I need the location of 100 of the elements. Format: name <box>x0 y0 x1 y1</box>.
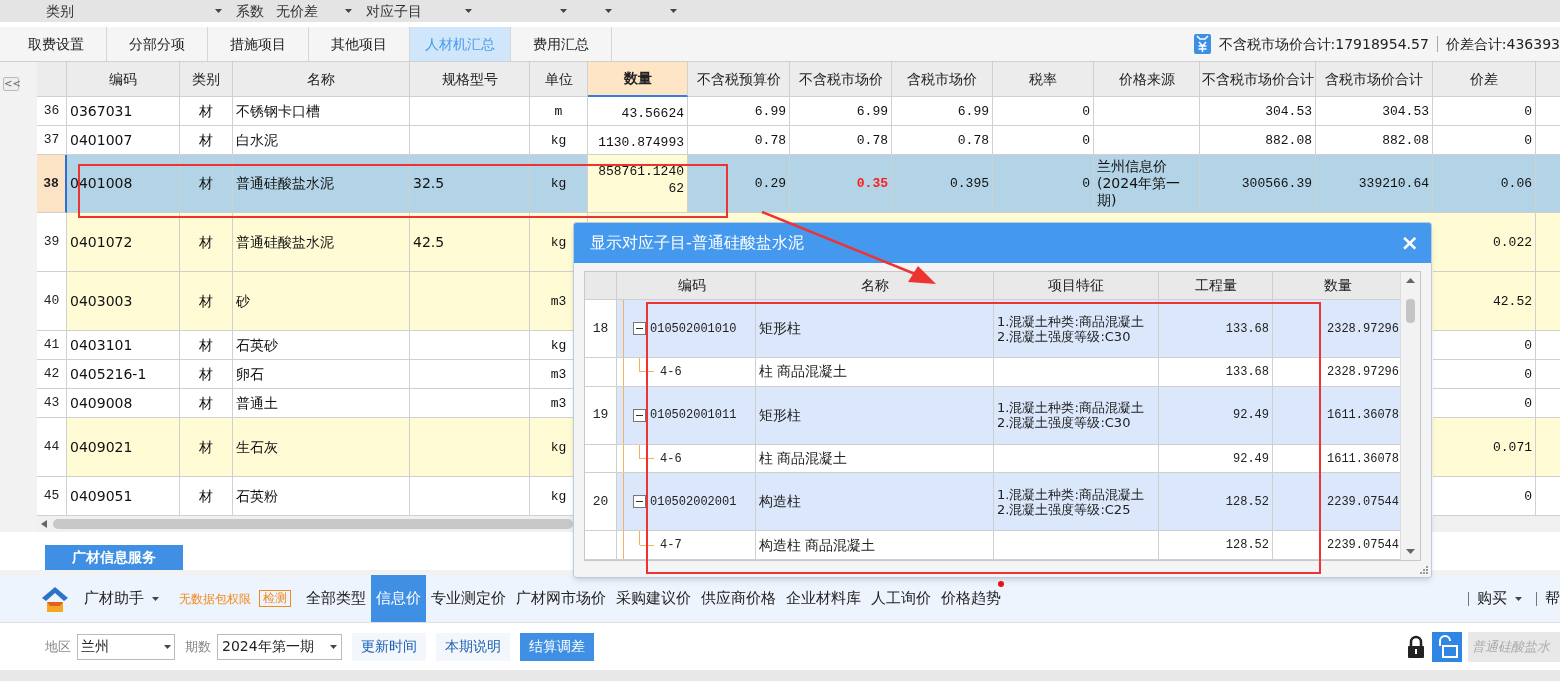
column-header[interactable]: 数量 <box>588 62 688 97</box>
table-cell: 0.071 <box>1433 418 1536 477</box>
dialog-title: 显示对应子目-普通硅酸盐水泥 <box>590 232 804 254</box>
table-cell: 128.52 <box>1159 531 1273 560</box>
buy-menu[interactable]: 购买 <box>1477 587 1507 610</box>
field-label: 地区 <box>45 637 71 656</box>
table-cell: 0.29 <box>688 155 790 213</box>
row-number: 44 <box>37 418 67 477</box>
table-cell: 6.99 <box>892 97 993 126</box>
table-cell: 矩形柱 <box>756 386 994 445</box>
table-cell: 砂 <box>233 272 410 331</box>
table-cell: 133.68 <box>1159 358 1273 387</box>
row-number: 18 <box>585 300 617 359</box>
table-cell: 材 <box>180 331 233 360</box>
table-cell: 0.06 <box>1433 155 1536 213</box>
table-cell: kg <box>530 126 588 155</box>
table-cell: 0 <box>1433 97 1536 126</box>
table-cell-text: 4-7 <box>660 537 682 555</box>
menu-tab[interactable]: 企业材料库 <box>781 575 866 622</box>
row-number: 36 <box>37 97 67 126</box>
table-cell: 柱 商品混凝土 <box>756 358 994 387</box>
total-text: 价差合计:436393 <box>1445 34 1560 54</box>
table-row[interactable]: 20 010502002001 构造柱 1.混凝土种类:商品混凝土 2.混凝土强度等级:C25 128.52 2239.07544 <box>585 473 1400 532</box>
table-cell: 石英砂 <box>233 331 410 360</box>
table-cell: 6.99 <box>790 97 892 126</box>
table-cell: 0367031 <box>67 97 180 126</box>
table-cell: 0.78 <box>790 126 892 155</box>
table-cell: 普通硅酸盐水泥 <box>233 155 410 213</box>
period-select[interactable]: 2024年第一期 <box>217 633 342 660</box>
table-cell: 6.99 <box>688 97 790 126</box>
table-cell: 0401072 <box>67 213 180 272</box>
row-number: 45 <box>37 477 67 516</box>
table-cell-text: 010502001010 <box>650 320 737 338</box>
table-cell: 0 <box>1433 389 1536 418</box>
table-cell: 43.56624 <box>588 97 688 126</box>
table-row[interactable]: 19 010502001011 矩形柱 1.混凝土种类:商品混凝土 2.混凝土强度等级:C30 92.49 1611.36078 <box>585 386 1400 445</box>
table-cell-text: 010502002001 <box>650 493 737 511</box>
menu-tab[interactable]: 供应商价格 <box>696 575 781 622</box>
table-cell: 304.53 <box>1316 97 1433 126</box>
toolbar-button[interactable]: 更新时间 <box>352 632 426 661</box>
region-select[interactable]: 兰州 <box>77 633 175 660</box>
table-cell: 42.5 <box>410 213 530 272</box>
table-cell: 卵石 <box>233 360 410 389</box>
menu-tab[interactable]: 人工询价 <box>866 575 936 622</box>
table-cell: 0 <box>1433 126 1536 155</box>
table-cell: 构造柱 商品混凝土 <box>756 531 994 560</box>
table-row[interactable]: 36 0367031 材 不锈钢卡口槽 m 43.56624 6.99 6.99 6.99 0 304.53 304.53 0 <box>37 97 1560 126</box>
table-cell: 普通硅酸盐水泥 <box>233 213 410 272</box>
menu-tab[interactable]: 专业测定价 <box>426 575 511 622</box>
table-cell: 不锈钢卡口槽 <box>233 97 410 126</box>
table-cell: 0409008 <box>67 389 180 418</box>
table-cell: 0409051 <box>67 477 180 516</box>
table-cell: 42.52 <box>1433 272 1536 331</box>
table-cell: 300566.39 <box>1200 155 1316 213</box>
dropdown[interactable]: 类别 <box>40 0 230 22</box>
table-cell: 兰州信息价(2024年第一期) <box>1094 155 1200 213</box>
table-cell: 0 <box>993 155 1094 213</box>
menu-tab[interactable]: 全部类型 <box>301 575 371 622</box>
table-cell: 0.395 <box>892 155 993 213</box>
table-cell: 0409021 <box>67 418 180 477</box>
table-row[interactable]: 4-6 柱 商品混凝土 133.68 2328.97296 <box>585 358 1400 387</box>
table-cell: 0 <box>1433 360 1536 389</box>
menu-tab[interactable]: 广材网市场价 <box>511 575 611 622</box>
table-cell: 0 <box>1433 331 1536 360</box>
table-cell: 材 <box>180 126 233 155</box>
table-cell: 0.022 <box>1433 213 1536 272</box>
row-number: 19 <box>585 386 617 445</box>
table-cell: 0 <box>993 97 1094 126</box>
row-number: 39 <box>37 213 67 272</box>
row-number: 40 <box>37 272 67 331</box>
table-row[interactable]: 4-6 柱 商品混凝土 92.49 1611.36078 <box>585 444 1400 474</box>
table-cell: 32.5 <box>410 155 530 213</box>
table-row[interactable]: 37 0401007 材 白水泥 kg 1130.874993 0.78 0.78 0.78 0 882.08 882.08 0 <box>37 126 1560 155</box>
menu-tab[interactable]: 采购建议价 <box>611 575 696 622</box>
dropdown[interactable]: 对应子目 <box>360 0 480 22</box>
table-cell: 339210.64 <box>1316 155 1433 213</box>
table-cell: 0403101 <box>67 331 180 360</box>
dropdown[interactable]: 无价差 <box>270 0 360 22</box>
table-cell: 材 <box>180 477 233 516</box>
table-cell: 0401007 <box>67 126 180 155</box>
row-number: 42 <box>37 360 67 389</box>
table-cell: 材 <box>180 213 233 272</box>
search-field[interactable]: 普通硅酸盐水 <box>1468 631 1560 662</box>
table-row[interactable]: 4-7 构造柱 商品混凝土 128.52 2239.07544 <box>585 531 1400 560</box>
help-menu[interactable]: 帮 <box>1545 587 1560 610</box>
table-cell: kg <box>530 155 588 213</box>
collapse-button[interactable]: << <box>3 77 19 91</box>
table-cell-text: 4-6 <box>660 363 682 381</box>
table-cell: 882.08 <box>1200 126 1316 155</box>
table-cell: 1130.874993 <box>588 126 688 155</box>
table-cell: 普通土 <box>233 389 410 418</box>
table-cell: 材 <box>180 97 233 126</box>
assistant-menu[interactable]: 广材助手 <box>84 587 144 610</box>
toolbar-button[interactable]: 本期说明 <box>436 632 510 661</box>
table-cell: 858761.124062 <box>588 155 688 213</box>
table-row[interactable]: 18 010502001010 矩形柱 1.混凝土种类:商品混凝土 2.混凝土强度等级:C30 133.68 2328.97296 <box>585 300 1400 359</box>
table-cell: 0405216-1 <box>67 360 180 389</box>
field-label: 期数 <box>185 637 211 656</box>
table-cell: 0403003 <box>67 272 180 331</box>
table-cell: 882.08 <box>1316 126 1433 155</box>
